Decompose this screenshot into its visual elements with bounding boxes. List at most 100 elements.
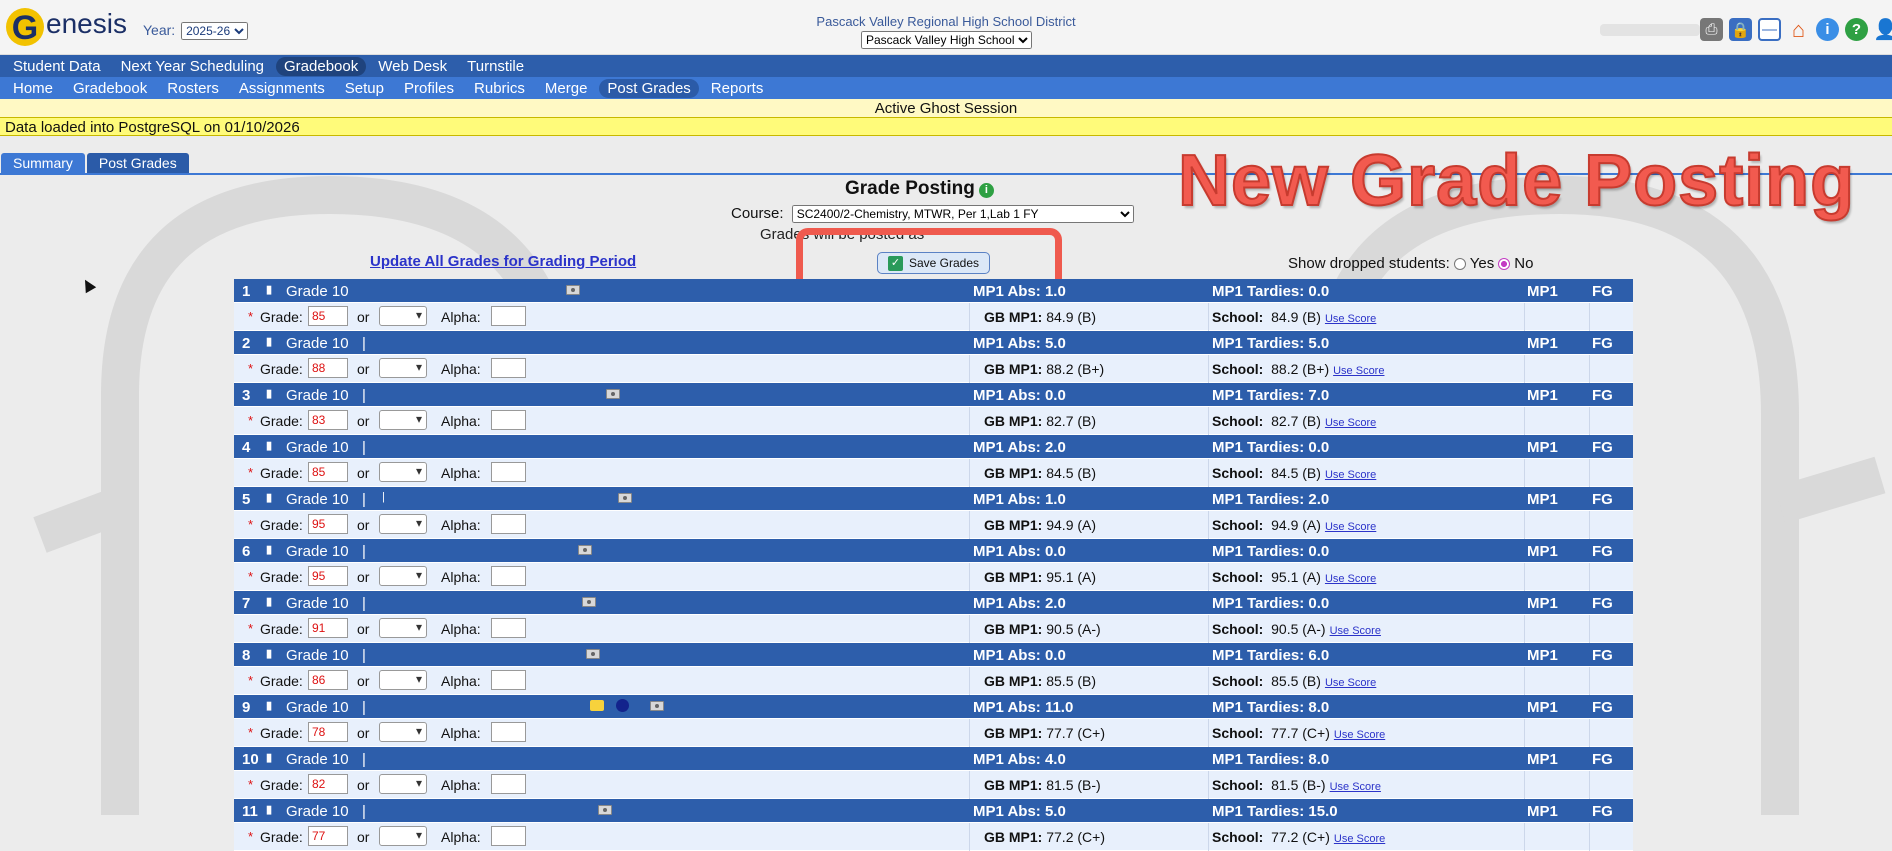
grade-input[interactable]: 83 <box>308 410 348 430</box>
grade-input[interactable]: 78 <box>308 722 348 742</box>
tab-summary[interactable]: Summary <box>1 153 85 174</box>
subnav-rosters[interactable]: Rosters <box>159 79 227 98</box>
column-divider <box>1524 771 1525 799</box>
use-score-link[interactable]: Use Score <box>1325 313 1376 325</box>
absences: MP1 Abs: 1.0 <box>973 283 1066 300</box>
subnav-rubrics[interactable]: Rubrics <box>466 79 533 98</box>
alpha-input[interactable] <box>491 410 526 430</box>
alpha-input[interactable] <box>491 358 526 378</box>
photo-icon[interactable] <box>606 389 620 399</box>
grade-select[interactable] <box>379 826 427 846</box>
info-icon[interactable]: i <box>1816 18 1839 41</box>
subnav-post-grades[interactable]: Post Grades <box>599 78 699 98</box>
use-score-link[interactable]: Use Score <box>1330 625 1381 637</box>
use-score-link[interactable]: Use Score <box>1334 729 1385 741</box>
alpha-input[interactable] <box>491 462 526 482</box>
alpha-input[interactable] <box>491 826 526 846</box>
separator: | <box>362 387 366 404</box>
dropped-yes-radio[interactable] <box>1453 257 1466 270</box>
alpha-input[interactable] <box>491 566 526 586</box>
folder-icon[interactable] <box>590 700 604 711</box>
alpha-input[interactable] <box>491 514 526 534</box>
page-tabs: Summary Post Grades <box>1 153 189 174</box>
grade-input[interactable]: 95 <box>308 514 348 534</box>
use-score-link[interactable]: Use Score <box>1334 833 1385 845</box>
home-icon[interactable]: ⌂ <box>1787 17 1810 42</box>
grade-input[interactable]: 82 <box>308 774 348 794</box>
grade-select[interactable] <box>379 410 427 430</box>
alpha-input[interactable] <box>491 774 526 794</box>
grade-select[interactable] <box>379 566 427 586</box>
alpha-input[interactable] <box>491 670 526 690</box>
tab-post-grades[interactable]: Post Grades <box>86 153 189 174</box>
use-score-link[interactable]: Use Score <box>1325 469 1376 481</box>
alpha-input[interactable] <box>491 618 526 638</box>
year-select[interactable]: 2025-26 <box>181 22 249 40</box>
grade-select[interactable] <box>379 670 427 690</box>
show-dropped-students: Show dropped students: Yes No <box>1288 255 1533 272</box>
column-divider <box>969 563 970 591</box>
use-score-link[interactable]: Use Score <box>1325 573 1376 585</box>
photo-icon[interactable] <box>582 597 596 607</box>
school-select[interactable]: Pascack Valley High School <box>861 31 1032 49</box>
photo-icon[interactable] <box>650 701 664 711</box>
grade-input[interactable]: 95 <box>308 566 348 586</box>
grade-select[interactable] <box>379 306 427 326</box>
use-score-link[interactable]: Use Score <box>1333 365 1384 377</box>
column-divider <box>1208 823 1209 851</box>
grade-select[interactable] <box>379 358 427 378</box>
grade-input[interactable]: 85 <box>308 306 348 326</box>
photo-icon[interactable] <box>566 285 580 295</box>
absences: MP1 Abs: 2.0 <box>973 439 1066 456</box>
nav-gradebook[interactable]: Gradebook <box>276 56 367 76</box>
subnav-assignments[interactable]: Assignments <box>231 79 333 98</box>
use-score-link[interactable]: Use Score <box>1330 781 1381 793</box>
grade-select[interactable] <box>379 514 427 534</box>
column-divider <box>1524 823 1525 851</box>
photo-icon[interactable] <box>598 805 612 815</box>
help-icon[interactable]: ? <box>1845 18 1868 41</box>
dropped-no-radio[interactable] <box>1498 257 1511 270</box>
subnav-gradebook[interactable]: Gradebook <box>65 79 155 98</box>
grade-input[interactable]: 85 <box>308 462 348 482</box>
photo-icon[interactable] <box>618 493 632 503</box>
grade-input[interactable]: 86 <box>308 670 348 690</box>
printer-icon[interactable]: ⎙ <box>1700 18 1723 41</box>
lock-icon[interactable]: 🔒 <box>1729 18 1752 41</box>
grade-select[interactable] <box>379 722 427 742</box>
alpha-input[interactable] <box>491 722 526 742</box>
grade-select[interactable] <box>379 774 427 794</box>
user-avatar-icon[interactable]: 👤 <box>1873 18 1892 41</box>
grade-select[interactable] <box>379 618 427 638</box>
nav-web-desk[interactable]: Web Desk <box>370 57 455 76</box>
subnav-merge[interactable]: Merge <box>537 79 596 98</box>
nav-turnstile[interactable]: Turnstile <box>459 57 532 76</box>
use-score-link[interactable]: Use Score <box>1325 521 1376 533</box>
grade-input[interactable]: 77 <box>308 826 348 846</box>
grade-select[interactable] <box>379 462 427 482</box>
column-divider <box>969 823 970 851</box>
use-score-link[interactable]: Use Score <box>1325 417 1376 429</box>
course-select[interactable]: SC2400/2-Chemistry, MTWR, Per 1,Lab 1 FY <box>791 205 1134 223</box>
use-score-link[interactable]: Use Score <box>1325 677 1376 689</box>
required-star: * <box>248 829 254 844</box>
minimize-icon[interactable]: — <box>1758 18 1781 41</box>
column-divider <box>969 355 970 383</box>
alpha-input[interactable] <box>491 306 526 326</box>
nav-next-year-scheduling[interactable]: Next Year Scheduling <box>113 57 272 76</box>
column-divider <box>1524 615 1525 643</box>
info-icon[interactable]: i <box>978 183 994 198</box>
photo-icon[interactable] <box>586 649 600 659</box>
photo-icon[interactable] <box>578 545 592 555</box>
update-all-grades-link[interactable]: Update All Grades for Grading Period <box>370 253 636 270</box>
status-dot-icon[interactable] <box>616 699 629 712</box>
subnav-setup[interactable]: Setup <box>337 79 392 98</box>
genesis-logo[interactable]: Genesis <box>6 8 127 47</box>
column-divider <box>1589 407 1590 435</box>
grade-input[interactable]: 88 <box>308 358 348 378</box>
subnav-reports[interactable]: Reports <box>703 79 772 98</box>
subnav-home[interactable]: Home <box>5 79 61 98</box>
nav-student-data[interactable]: Student Data <box>5 57 109 76</box>
grade-input[interactable]: 91 <box>308 618 348 638</box>
subnav-profiles[interactable]: Profiles <box>396 79 462 98</box>
